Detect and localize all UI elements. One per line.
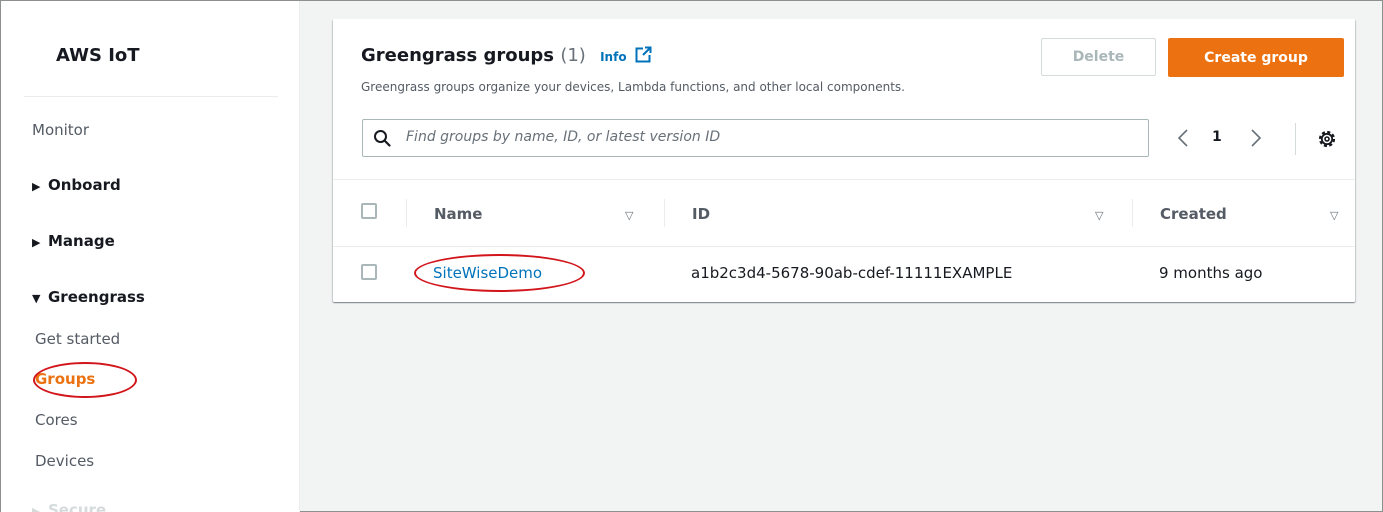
- chevron-right-icon[interactable]: [1249, 125, 1263, 157]
- group-name-link[interactable]: SiteWiseDemo: [433, 264, 542, 282]
- caret-right-icon: ▶: [32, 180, 41, 193]
- page-title: Greengrass groups (1) Info: [361, 45, 652, 68]
- sidebar-item-devices[interactable]: Devices: [35, 452, 94, 470]
- gear-icon[interactable]: [1317, 129, 1337, 153]
- pager-divider: [1295, 123, 1296, 155]
- sort-icon[interactable]: ▽: [1330, 209, 1338, 222]
- groups-table-container: Greengrass groups (1) Info Greengrass gr…: [333, 19, 1355, 302]
- group-created: 9 months ago: [1159, 264, 1263, 282]
- chevron-left-icon[interactable]: [1176, 125, 1190, 157]
- column-separator: [664, 199, 665, 227]
- sidebar-item-secure[interactable]: ▶ Secure: [32, 501, 106, 512]
- sidebar-item-label: Secure: [48, 501, 107, 512]
- sidebar-item-label: Greengrass: [48, 288, 145, 306]
- sidebar: AWS IoT Monitor ▶ Onboard ▶ Manage ▼ Greeng…: [1, 1, 300, 512]
- group-id: a1b2c3d4-5678-90ab-cdef-11111EXAMPLE: [691, 264, 1013, 282]
- info-link[interactable]: Info: [600, 50, 626, 64]
- sort-icon[interactable]: ▽: [625, 209, 633, 222]
- search-placeholder: Find groups by name, ID, or latest versi…: [406, 129, 721, 145]
- external-link-icon[interactable]: [635, 46, 652, 68]
- page-title-text: Greengrass groups: [361, 45, 555, 66]
- row-divider: [333, 246, 1355, 247]
- table-divider: [333, 179, 1355, 180]
- sidebar-item-groups[interactable]: Groups: [35, 370, 95, 388]
- select-all-checkbox[interactable]: [361, 203, 377, 219]
- sidebar-divider: [24, 96, 278, 97]
- caret-down-icon: ▼: [32, 292, 41, 305]
- search-icon: [373, 129, 391, 151]
- sidebar-item-label: Onboard: [48, 176, 121, 194]
- caret-right-icon: ▶: [32, 236, 41, 249]
- sidebar-item-get-started[interactable]: Get started: [35, 330, 120, 348]
- delete-button[interactable]: Delete: [1041, 38, 1156, 76]
- sort-icon[interactable]: ▽: [1095, 209, 1103, 222]
- sidebar-item-onboard[interactable]: ▶ Onboard: [32, 176, 121, 194]
- column-header-name[interactable]: Name: [434, 205, 482, 223]
- current-page[interactable]: 1: [1212, 129, 1222, 145]
- page-description: Greengrass groups organize your devices,…: [361, 80, 905, 94]
- sidebar-item-greengrass[interactable]: ▼ Greengrass: [32, 288, 145, 306]
- row-checkbox[interactable]: [361, 264, 377, 280]
- group-count: (1): [560, 45, 586, 66]
- sidebar-item-monitor[interactable]: Monitor: [32, 121, 89, 139]
- column-header-id[interactable]: ID: [692, 205, 710, 223]
- search-input[interactable]: Find groups by name, ID, or latest versi…: [362, 119, 1149, 157]
- sidebar-item-label: Manage: [48, 232, 115, 250]
- column-separator: [1132, 199, 1133, 227]
- sidebar-title: AWS IoT: [56, 45, 140, 66]
- sidebar-item-cores[interactable]: Cores: [35, 411, 78, 429]
- sidebar-item-manage[interactable]: ▶ Manage: [32, 232, 115, 250]
- caret-right-icon: ▶: [32, 505, 41, 512]
- column-separator: [406, 199, 407, 227]
- column-header-created[interactable]: Created: [1160, 205, 1227, 223]
- create-group-button[interactable]: Create group: [1168, 38, 1344, 77]
